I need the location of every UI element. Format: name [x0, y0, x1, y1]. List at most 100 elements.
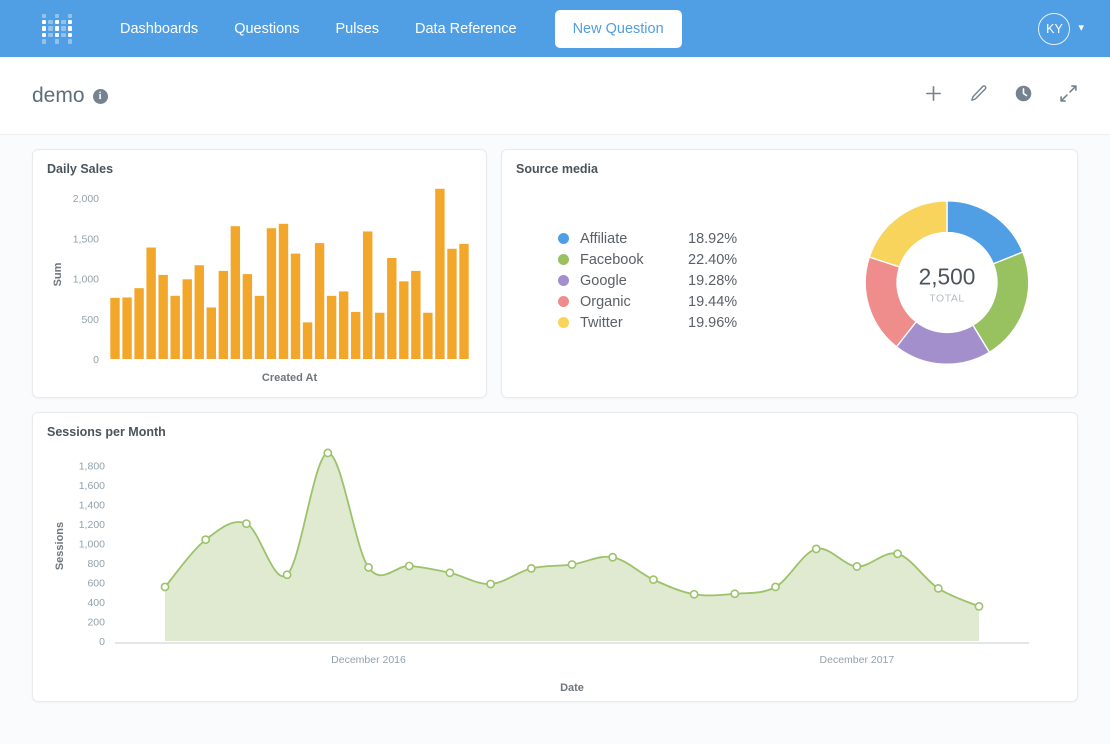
edit-pencil-icon[interactable]	[969, 84, 988, 108]
bar[interactable]	[194, 265, 204, 359]
bar[interactable]	[206, 307, 216, 360]
data-point[interactable]	[445, 568, 455, 578]
data-point[interactable]	[811, 544, 821, 554]
donut-slice-facebook[interactable]	[971, 251, 1030, 354]
legend-swatch-facebook	[558, 254, 569, 265]
fullscreen-icon[interactable]	[1059, 84, 1078, 108]
legend-item[interactable]: Twitter 19.96%	[558, 312, 863, 333]
bar[interactable]	[170, 295, 180, 359]
card-sessions-per-month[interactable]: Sessions per Month 0 200 400 600 800 1,000 1,2…	[32, 412, 1078, 702]
data-point[interactable]	[567, 560, 577, 569]
legend-label: Twitter	[580, 314, 623, 331]
bar[interactable]	[182, 279, 192, 359]
donut-slice-twitter[interactable]	[868, 200, 948, 268]
legend-item[interactable]: Affiliate 18.92%	[558, 228, 863, 249]
card-title-sessions: Sessions per Month	[47, 425, 166, 439]
bar[interactable]	[134, 288, 144, 359]
y-axis-tick: 1,000	[79, 539, 105, 551]
dashboard-header: demo i	[0, 57, 1110, 135]
bar[interactable]	[435, 188, 445, 359]
data-point[interactable]	[689, 589, 699, 599]
data-point[interactable]	[771, 582, 780, 592]
data-point[interactable]	[893, 549, 902, 559]
legend-label: Affiliate	[580, 230, 628, 247]
data-point[interactable]	[201, 535, 211, 545]
source-media-donut-chart[interactable]: 2,500 TOTAL	[863, 190, 1031, 375]
add-icon[interactable]	[924, 84, 943, 108]
nav-link-pulses[interactable]: Pulses	[317, 13, 397, 45]
bar[interactable]	[110, 297, 120, 359]
bar[interactable]	[158, 274, 168, 359]
bar[interactable]	[350, 311, 361, 359]
legend-item[interactable]: Organic 19.44%	[558, 291, 863, 312]
data-point[interactable]	[364, 563, 373, 572]
donut-center-value: 2,500	[919, 263, 976, 289]
legend-item[interactable]: Facebook 22.40%	[558, 249, 863, 270]
y-axis-tick: 2,000	[73, 193, 99, 205]
bar[interactable]	[266, 228, 277, 359]
data-point[interactable]	[404, 561, 414, 571]
x-axis-tick: December 2016	[331, 654, 406, 666]
bar[interactable]	[314, 243, 325, 359]
bar[interactable]	[375, 312, 385, 359]
data-point[interactable]	[282, 570, 292, 580]
data-point[interactable]	[160, 582, 170, 592]
nav-link-questions[interactable]: Questions	[216, 13, 317, 45]
data-point[interactable]	[608, 552, 618, 562]
bar[interactable]	[218, 270, 229, 359]
source-media-legend: Affiliate 18.92% Facebook 22.40% Google 19.28…	[516, 228, 863, 337]
data-point[interactable]	[730, 589, 740, 599]
bar[interactable]	[290, 253, 301, 359]
bar[interactable]	[387, 258, 397, 359]
bar[interactable]	[254, 295, 265, 359]
card-daily-sales[interactable]: Daily Sales 0 500 1,000 1,500 2,000 Sum Create…	[32, 149, 487, 398]
nav-link-dashboards[interactable]: Dashboards	[102, 13, 216, 45]
data-point[interactable]	[852, 562, 862, 571]
data-point[interactable]	[486, 579, 495, 589]
info-icon[interactable]: i	[92, 89, 108, 104]
dashboard-row-bottom: Sessions per Month 0 200 400 600 800 1,000 1,2…	[32, 412, 1078, 702]
legend-label: Organic	[580, 293, 631, 310]
legend-percent: 19.96%	[688, 314, 738, 331]
y-axis-tick: 1,800	[79, 461, 105, 473]
card-title-source-media: Source media	[516, 162, 598, 176]
bar[interactable]	[242, 274, 253, 359]
bar[interactable]	[399, 281, 409, 359]
bar[interactable]	[338, 291, 349, 359]
donut-container: 2,500 TOTAL	[863, 190, 1063, 375]
legend-item[interactable]: Google 19.28%	[558, 270, 863, 291]
bar[interactable]	[278, 223, 289, 359]
avatar[interactable]: KY	[1038, 12, 1071, 45]
dashboard-actions	[924, 84, 1078, 108]
bar[interactable]	[326, 295, 337, 359]
data-point[interactable]	[649, 575, 658, 585]
nav-link-data-reference[interactable]: Data Reference	[397, 13, 535, 45]
data-point[interactable]	[241, 519, 251, 528]
sessions-area-chart[interactable]: 0 200 400 600 800 1,000 1,200 1,400 1,600 1,800 Se…	[47, 443, 1053, 699]
bar[interactable]	[230, 226, 241, 359]
bar[interactable]	[447, 248, 457, 359]
y-axis-tick: 1,600	[79, 480, 105, 492]
donut-center-label: TOTAL	[929, 294, 964, 305]
data-point[interactable]	[323, 448, 333, 458]
history-clock-icon[interactable]	[1014, 84, 1033, 108]
new-question-button[interactable]: New Question	[554, 9, 682, 48]
data-point[interactable]	[526, 564, 536, 573]
metabase-logo-icon[interactable]	[42, 13, 72, 44]
bar[interactable]	[302, 322, 313, 359]
data-point[interactable]	[974, 602, 984, 611]
bar[interactable]	[146, 247, 156, 359]
y-axis-tick: 1,400	[79, 500, 105, 512]
bar[interactable]	[411, 270, 421, 359]
daily-sales-bar-chart[interactable]: 0 500 1,000 1,500 2,000 Sum Created At	[47, 180, 474, 395]
card-source-media[interactable]: Source media Affiliate 18.92% Facebook 22.4…	[501, 149, 1078, 398]
bar[interactable]	[423, 312, 433, 359]
chevron-down-icon[interactable]: ▾	[1078, 23, 1084, 34]
bar[interactable]	[122, 297, 132, 359]
donut-slice-affiliate[interactable]	[946, 200, 1024, 265]
y-axis-tick: 1,200	[79, 519, 105, 531]
bar[interactable]	[459, 243, 469, 359]
bar[interactable]	[363, 231, 373, 359]
y-axis-tick: 1,500	[73, 233, 99, 245]
data-point[interactable]	[933, 583, 943, 593]
